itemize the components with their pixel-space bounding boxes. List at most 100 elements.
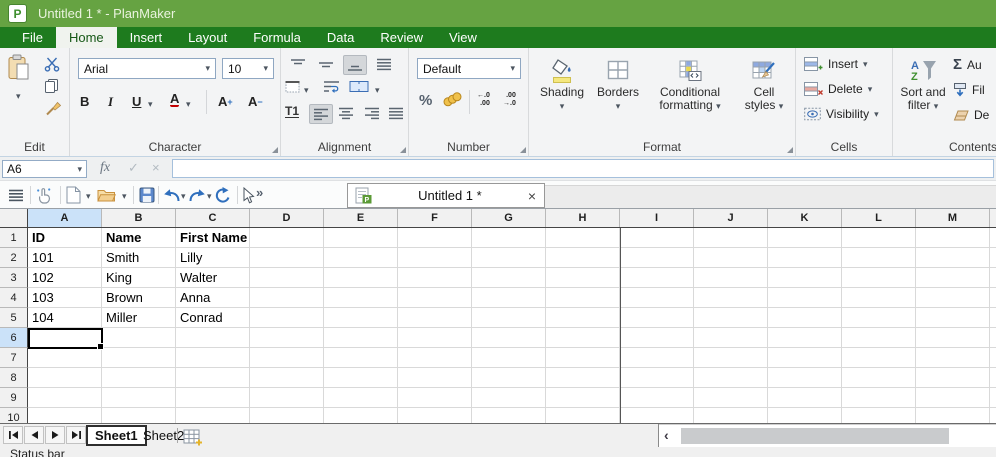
menu-tab-view[interactable]: View (436, 27, 490, 48)
cell-H9[interactable] (546, 388, 620, 408)
column-header-E[interactable]: E (324, 209, 398, 227)
cell-J5[interactable] (694, 308, 768, 328)
column-header-C[interactable]: C (176, 209, 250, 227)
cell-G9[interactable] (472, 388, 546, 408)
cell-A1[interactable]: ID (28, 228, 102, 248)
cell-N9[interactable] (990, 388, 996, 408)
cell-F6[interactable] (398, 328, 472, 348)
cell-N8[interactable] (990, 368, 996, 388)
cell-D9[interactable] (250, 388, 324, 408)
align-center-button[interactable] (335, 104, 357, 122)
cell-I5[interactable] (620, 308, 694, 328)
conditional-formatting-caret-icon[interactable]: ▾ (716, 101, 721, 111)
cell-B5[interactable]: Miller (102, 308, 176, 328)
cell-H3[interactable] (546, 268, 620, 288)
shrink-font-button[interactable]: A− (248, 94, 263, 109)
cell-B10[interactable] (102, 408, 176, 423)
number-format-caret-icon[interactable]: ▾ (510, 64, 515, 73)
cell-D7[interactable] (250, 348, 324, 368)
cut-button[interactable] (44, 56, 60, 72)
sort-and-filter-button[interactable]: A Z Sort and filter ▾ (899, 54, 947, 112)
merge-cells-caret-icon[interactable]: ▾ (375, 86, 380, 95)
cell-G6[interactable] (472, 328, 546, 348)
cell-reference-box[interactable]: A6 ▾ (2, 160, 87, 178)
paste-button[interactable] (8, 54, 30, 81)
cell-G3[interactable] (472, 268, 546, 288)
cell-L6[interactable] (842, 328, 916, 348)
new-document-button[interactable] (66, 185, 81, 205)
cell-H8[interactable] (546, 368, 620, 388)
cell-J1[interactable] (694, 228, 768, 248)
cell-J2[interactable] (694, 248, 768, 268)
cell-L2[interactable] (842, 248, 916, 268)
cell-E2[interactable] (324, 248, 398, 268)
cell-M6[interactable] (916, 328, 990, 348)
cell-F5[interactable] (398, 308, 472, 328)
redo-button[interactable] (189, 185, 206, 205)
cell-D5[interactable] (250, 308, 324, 328)
cell-styles-button[interactable]: Cell styles ▾ (737, 54, 791, 112)
number-dialog-launcher[interactable] (520, 147, 526, 153)
cell-B1[interactable]: Name (102, 228, 176, 248)
cell-L5[interactable] (842, 308, 916, 328)
cell-D8[interactable] (250, 368, 324, 388)
cell-D3[interactable] (250, 268, 324, 288)
cell-I7[interactable] (620, 348, 694, 368)
scroll-left-icon[interactable]: ‹ (664, 427, 669, 443)
cell-N4[interactable] (990, 288, 996, 308)
new-document-caret-icon[interactable]: ▾ (86, 192, 91, 201)
shading-caret-icon[interactable]: ▾ (560, 101, 565, 111)
align-top-button[interactable] (287, 55, 309, 73)
horizontal-scrollbar[interactable]: ‹ (659, 424, 996, 447)
cell-M1[interactable] (916, 228, 990, 248)
insert-cells-caret-icon[interactable]: ▾ (863, 60, 868, 69)
cell-N10[interactable] (990, 408, 996, 423)
cell-H6[interactable] (546, 328, 620, 348)
add-sheet-button[interactable] (183, 427, 203, 447)
format-painter-button[interactable] (44, 100, 61, 117)
fill-button[interactable]: Fil (953, 82, 985, 97)
cell-J9[interactable] (694, 388, 768, 408)
row-header-8[interactable]: 8 (0, 368, 28, 388)
menu-tab-data[interactable]: Data (314, 27, 367, 48)
percent-format-button[interactable]: % (419, 92, 432, 109)
align-right-button[interactable] (361, 104, 383, 122)
cell-J6[interactable] (694, 328, 768, 348)
copy-button[interactable] (44, 78, 60, 94)
column-header-G[interactable]: G (472, 209, 546, 227)
add-decimal-button[interactable]: ←.0.00 (477, 92, 490, 107)
cell-I4[interactable] (620, 288, 694, 308)
cell-M9[interactable] (916, 388, 990, 408)
sidebar-toggle-button[interactable] (8, 185, 24, 205)
cell-M2[interactable] (916, 248, 990, 268)
cell-G8[interactable] (472, 368, 546, 388)
cell-D2[interactable] (250, 248, 324, 268)
delete-cells-caret-icon[interactable]: ▾ (868, 85, 873, 94)
cell-C8[interactable] (176, 368, 250, 388)
cell-N5[interactable] (990, 308, 996, 328)
cell-A2[interactable]: 101 (28, 248, 102, 268)
cell-G2[interactable] (472, 248, 546, 268)
cancel-entry-button[interactable]: × (152, 160, 160, 175)
more-tools-button[interactable]: » (256, 185, 263, 200)
row-header-5[interactable]: 5 (0, 308, 28, 328)
cell-B3[interactable]: King (102, 268, 176, 288)
autosum-button[interactable]: Σ Au (953, 56, 982, 73)
open-document-caret-icon[interactable]: ▾ (122, 192, 127, 201)
cell-L9[interactable] (842, 388, 916, 408)
cell-M8[interactable] (916, 368, 990, 388)
underline-caret-icon[interactable]: ▾ (148, 100, 153, 109)
row-header-10[interactable]: 10 (0, 408, 28, 423)
cell-G1[interactable] (472, 228, 546, 248)
font-color-button[interactable]: A (170, 92, 179, 107)
select-all-corner[interactable] (0, 209, 28, 227)
cell-B6[interactable] (102, 328, 176, 348)
cell-M10[interactable] (916, 408, 990, 423)
cell-A10[interactable] (28, 408, 102, 423)
cell-A3[interactable]: 102 (28, 268, 102, 288)
cell-B7[interactable] (102, 348, 176, 368)
cell-F3[interactable] (398, 268, 472, 288)
cell-A9[interactable] (28, 388, 102, 408)
column-header-K[interactable]: K (768, 209, 842, 227)
insert-cells-button[interactable]: Insert ▾ (804, 57, 868, 71)
